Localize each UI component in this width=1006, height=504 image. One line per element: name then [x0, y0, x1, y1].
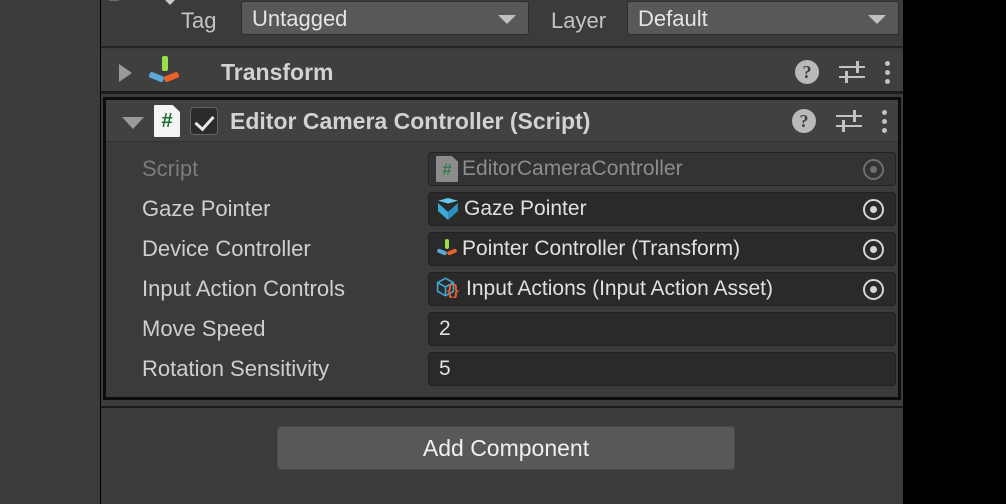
property-label: Script [142, 156, 199, 181]
left-gutter-panel [0, 0, 100, 504]
field-value: Pointer Controller (Transform) [462, 237, 741, 260]
gameobject-cube-icon [436, 197, 460, 221]
property-label: Rotation Sensitivity [142, 356, 330, 381]
field-value: EditorCameraController [462, 157, 683, 180]
gaze-pointer-object-field[interactable]: Gaze Pointer [428, 192, 896, 226]
field-value: 5 [439, 357, 451, 380]
screen: Tag Untagged Layer Default Transform ? #… [0, 0, 1006, 504]
device-controller-object-field[interactable]: Pointer Controller (Transform) [428, 232, 896, 266]
component-header-icons: ? [795, 50, 891, 94]
input-action-asset-icon: {} [436, 277, 462, 301]
layer-dropdown-value: Default [638, 6, 708, 31]
tag-layer-row: Tag Untagged Layer Default [101, 0, 903, 48]
field-value: Input Actions (Input Action Asset) [466, 277, 774, 300]
component-title: Transform [221, 59, 334, 85]
layer-label: Layer [551, 8, 607, 33]
property-row-input-action-controls: Input Action Controls {} Input Actions (… [106, 270, 898, 310]
property-row-rotation-sensitivity: Rotation Sensitivity 5 [106, 350, 898, 390]
help-icon[interactable]: ? [792, 109, 816, 133]
property-label: Gaze Pointer [142, 196, 271, 221]
layer-dropdown[interactable]: Default [627, 1, 899, 35]
foldout-arrow-icon[interactable] [119, 64, 132, 82]
object-picker-button[interactable] [851, 273, 895, 305]
move-speed-input[interactable]: 2 [428, 312, 896, 346]
csharp-script-icon: # [154, 105, 180, 137]
top-partial-tick [109, 0, 119, 1]
script-object-field: # EditorCameraController [428, 152, 896, 186]
input-action-controls-object-field[interactable]: {} Input Actions (Input Action Asset) [428, 272, 896, 306]
component-header-transform[interactable]: Transform ? [101, 50, 903, 94]
add-component-button[interactable]: Add Component [277, 426, 735, 470]
tag-dropdown-value: Untagged [252, 6, 348, 31]
add-component-area: Add Component [101, 406, 903, 504]
property-row-move-speed: Move Speed 2 [106, 310, 898, 350]
overflow-menu-icon[interactable] [885, 59, 891, 85]
chevron-down-icon [498, 15, 516, 24]
preset-settings-icon[interactable] [836, 108, 862, 134]
property-row-gaze-pointer: Gaze Pointer Gaze Pointer [106, 190, 898, 230]
chevron-down-icon [868, 15, 886, 24]
property-label: Move Speed [142, 316, 266, 341]
component-title: Editor Camera Controller (Script) [230, 108, 591, 134]
property-label: Input Action Controls [142, 276, 346, 301]
field-value: 2 [439, 317, 451, 340]
inspector-panel: Tag Untagged Layer Default Transform ? #… [101, 0, 903, 504]
rotation-sensitivity-input[interactable]: 5 [428, 352, 896, 386]
transform-gizmo-icon [436, 238, 458, 260]
component-block-editor-camera-controller: # Editor Camera Controller (Script) ? Sc… [103, 97, 901, 400]
transform-gizmo-icon [147, 55, 181, 89]
field-value: Gaze Pointer [464, 197, 587, 220]
property-label: Device Controller [142, 236, 311, 261]
object-picker-button [851, 153, 895, 185]
foldout-arrow-icon[interactable] [122, 117, 144, 129]
overflow-menu-icon[interactable] [882, 108, 888, 134]
top-chevron-icon [157, 0, 183, 5]
component-header-icons: ? [792, 100, 888, 142]
component-enabled-checkbox[interactable] [190, 107, 218, 135]
tag-dropdown[interactable]: Untagged [241, 1, 529, 35]
property-row-device-controller: Device Controller Pointer Controller (Tr… [106, 230, 898, 270]
help-icon[interactable]: ? [795, 60, 819, 84]
property-row-script: Script # EditorCameraController [106, 150, 898, 190]
tag-label: Tag [181, 8, 217, 33]
object-picker-button[interactable] [851, 193, 895, 225]
csharp-script-icon: # [436, 156, 458, 182]
object-picker-button[interactable] [851, 233, 895, 265]
preset-settings-icon[interactable] [839, 59, 865, 85]
component-header-editor-camera-controller[interactable]: # Editor Camera Controller (Script) ? [106, 100, 898, 142]
